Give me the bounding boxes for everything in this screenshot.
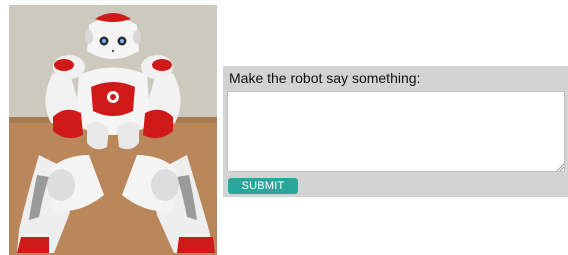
say-form: Make the robot say something: SUBMIT bbox=[223, 66, 568, 197]
resize-grip-icon[interactable] bbox=[556, 163, 564, 171]
prompt-label: Make the robot say something: bbox=[229, 70, 421, 86]
submit-button[interactable]: SUBMIT bbox=[228, 178, 298, 194]
message-input[interactable] bbox=[227, 91, 565, 172]
robot-image bbox=[9, 5, 217, 255]
